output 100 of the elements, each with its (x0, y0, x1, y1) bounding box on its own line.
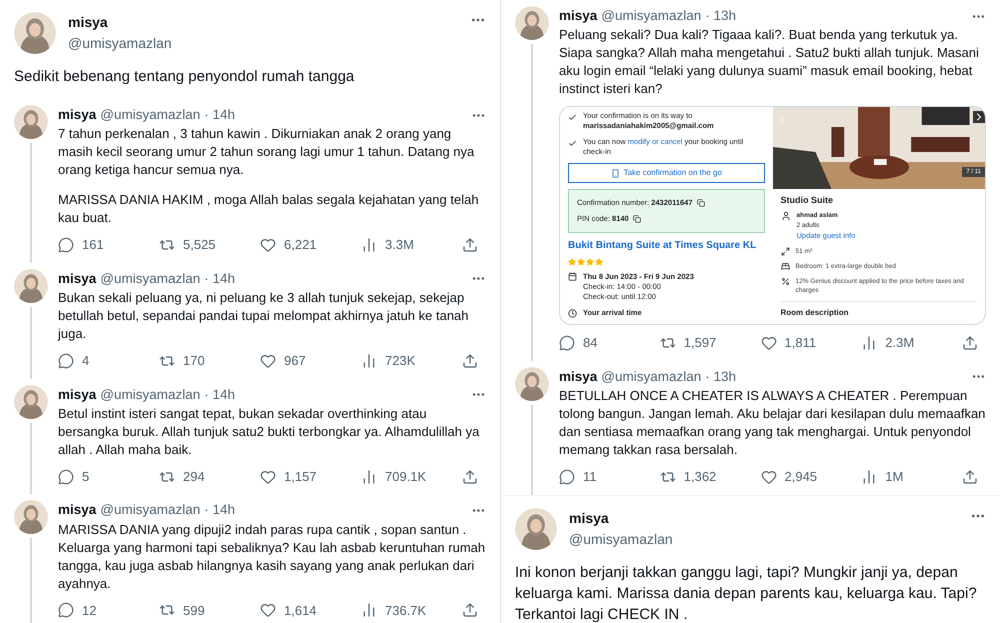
tweet-text: Ini konon berjanji takkan ganggu lagi, tapi? Mungkir janji ya, depan keluarga kami. Marissa dania depan parents kau, keluarga kau. Tapi? Terkantoi lagi CHECK IN . (515, 562, 978, 623)
post-time[interactable]: · 14h (204, 268, 236, 289)
percent-icon (780, 277, 790, 286)
post-time[interactable]: · 14h (204, 384, 236, 405)
reply-button[interactable]: 4 (58, 351, 138, 370)
user-handle[interactable]: @umisyamazlan (601, 6, 702, 26)
bar-chart-icon (361, 352, 377, 369)
reply-button[interactable]: 161 (58, 235, 138, 255)
display-name[interactable]: misya (68, 12, 458, 33)
display-name[interactable]: misya (58, 268, 96, 289)
bar-chart-icon (861, 335, 878, 351)
share-button[interactable] (962, 335, 978, 351)
section-title: Room description (780, 308, 850, 318)
reply-icon (58, 468, 74, 484)
views-button[interactable]: 2.3M (861, 333, 942, 353)
calendar-icon (568, 272, 577, 282)
post-time[interactable]: · 14h (204, 500, 236, 520)
reply-icon (559, 335, 575, 351)
user-handle[interactable]: @umisyamazlan (100, 268, 200, 289)
display-name[interactable]: misya (569, 508, 958, 528)
avatar (14, 500, 48, 534)
display-name[interactable]: misya (559, 366, 598, 387)
retweet-button[interactable]: 599 (159, 600, 239, 620)
post-time[interactable]: · 13h (705, 6, 736, 26)
post-time[interactable]: · 14h (204, 105, 236, 126)
views-button[interactable]: 1M (861, 467, 942, 486)
display-name[interactable]: misya (559, 6, 598, 26)
check-icon (568, 139, 577, 148)
avatar (14, 384, 48, 418)
confirmation-button[interactable]: Take confirmation on the go (568, 163, 764, 184)
retweet-button[interactable]: 294 (159, 466, 239, 486)
share-button[interactable] (462, 602, 478, 618)
user-handle[interactable]: @umisyamazlan (569, 528, 958, 550)
share-button[interactable] (962, 468, 978, 485)
tweet-text: BETULLAH ONCE A CHEATER IS ALWAYS A CHEATER . Perempuan tolong bangun. Jangan lemah. Aku belajar dari kesilapan dulu memaafkan dan sentiasa memaafkan orang yang tak menghargai. Untuk penyondol memang takkan rasa bersalah. (559, 387, 986, 459)
copy-icon[interactable] (632, 215, 641, 224)
share-button[interactable] (462, 237, 478, 253)
heart-icon (760, 468, 776, 485)
retweet-button[interactable]: 170 (159, 351, 239, 370)
avatar (515, 508, 557, 550)
share-icon (462, 468, 478, 484)
retweet-button[interactable]: 5,525 (159, 235, 239, 255)
reply-button[interactable]: 84 (559, 333, 639, 353)
like-button[interactable]: 967 (260, 351, 340, 370)
like-button[interactable]: 1,157 (260, 466, 340, 486)
person-icon (780, 211, 790, 222)
heart-icon (260, 352, 276, 369)
tweet-text: Bukan sekali peluang ya, ni peluang ke 3 allah tunjuk sekejap, sekejap betullah betul, sepandai pandai tupai melompat akhirnya jatuh ke tanah juga. (58, 289, 470, 343)
avatar (14, 12, 56, 54)
share-icon (962, 468, 978, 485)
share-icon (462, 237, 478, 253)
user-handle[interactable]: @umisyamazlan (100, 500, 200, 520)
tweet-text: Betul instint isteri sangat tepat, bukan sekadar overthinking atau bersangka buruk. Allah tunjuk satu2 bukti terbongkar ya. Alhamdulillah ya allah . Allah maha baik. (58, 404, 480, 459)
heart-icon (260, 602, 276, 618)
reply-button[interactable]: 12 (58, 600, 138, 620)
bar-chart-icon (361, 237, 377, 253)
bar-chart-icon (861, 468, 878, 485)
heart-icon (260, 237, 276, 253)
heart-icon (760, 335, 776, 351)
like-button[interactable]: 1,811 (760, 333, 840, 353)
bar-chart-icon (361, 468, 377, 484)
like-button[interactable]: 1,614 (260, 600, 340, 620)
user-handle[interactable]: @umisyamazlan (100, 384, 200, 405)
views-button[interactable]: 3.3M (361, 235, 441, 255)
avatar (14, 105, 48, 139)
share-button[interactable] (462, 468, 478, 484)
tweet-text: MARISSA DANIA yang dipuji2 indah paras rupa cantik , sopan santun . Keluarga yang harmoni tapi sebaliknya? Kau lah asbab keruntuhan rumah tangga, kau juga asbab hilangnya kasih sayang yang anak perlukan dari ayahnya. (58, 520, 486, 592)
retweet-button[interactable]: 1,597 (660, 333, 740, 353)
expand-icon (780, 247, 790, 256)
share-icon (962, 335, 978, 351)
like-button[interactable]: 2,945 (760, 467, 840, 486)
share-icon (462, 352, 478, 369)
views-button[interactable]: 736.7K (361, 600, 441, 620)
user-handle[interactable]: @umisyamazlan (100, 105, 200, 126)
share-button[interactable] (462, 352, 478, 369)
reply-button[interactable]: 5 (58, 466, 138, 486)
post-time[interactable]: · 13h (705, 366, 736, 387)
check-icon (568, 113, 577, 122)
tweet-text: Sedikit bebenang tentang penyondol rumah tangga (14, 67, 356, 87)
tweet-text: MARISSA DANIA HAKIM , moga Allah balas segala kejahatan yang telah kau buat. (58, 191, 480, 228)
display-name[interactable]: misya (58, 384, 96, 405)
room-title: Studio Suite (780, 195, 834, 206)
hotel-name[interactable]: Bukit Bintang Suite at Times Square KL (568, 239, 764, 252)
copy-icon[interactable] (696, 199, 705, 208)
phone-icon (610, 168, 620, 178)
display-name[interactable]: misya (58, 105, 96, 126)
reply-icon (559, 468, 575, 485)
views-button[interactable]: 723K (361, 351, 441, 370)
tweet-text: 7 tahun perkenalan , 3 tahun kawin . Dikurniakan anak 2 orang yang masih kecil seorang umur 2 tahun sorang lagi umur 1 tahun. Datang nya orang ketiga hancur semua nya. (58, 125, 476, 180)
user-handle[interactable]: @umisyamazlan (68, 33, 458, 54)
user-handle[interactable]: @umisyamazlan (601, 366, 702, 387)
avatar (515, 366, 549, 401)
bar-chart-icon (361, 602, 377, 618)
bed-icon (780, 262, 790, 272)
next-icon[interactable] (973, 111, 985, 124)
retweet-button[interactable]: 1,362 (660, 467, 740, 486)
like-button[interactable]: 6,221 (260, 235, 340, 255)
views-button[interactable]: 709.1K (361, 466, 441, 486)
reply-button[interactable]: 11 (559, 467, 639, 486)
display-name[interactable]: misya (58, 500, 96, 520)
